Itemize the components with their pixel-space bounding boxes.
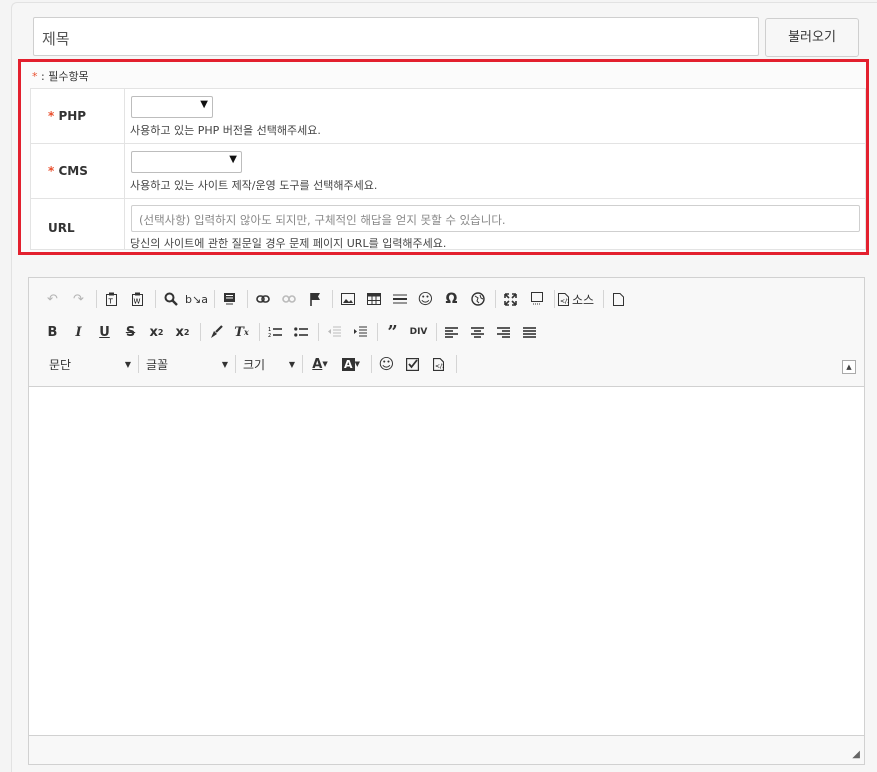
underline-icon[interactable]: U	[93, 321, 116, 343]
indent-icon[interactable]	[348, 321, 371, 343]
size-combo[interactable]: 크기 ▼	[239, 356, 299, 373]
select-all-icon[interactable]	[218, 288, 241, 310]
php-row: * PHP ▼ 사용하고 있는 PHP 버전을 선택해주세요.	[31, 89, 865, 144]
url-label: URL	[31, 199, 125, 249]
align-center-icon[interactable]	[466, 321, 489, 343]
smiley-icon[interactable]: ☺	[414, 288, 437, 310]
collapse-toolbar-icon[interactable]: ▲	[842, 360, 856, 374]
strikethrough-icon[interactable]: S	[119, 321, 142, 343]
format-combo-label: 문단	[49, 357, 72, 372]
url-label-text: URL	[48, 221, 75, 235]
editor-toolbar: ↶ ↷ T W b↘a ☺ Ω </>	[29, 278, 864, 387]
text-color-icon[interactable]: A ▼	[306, 353, 334, 375]
php-star: *	[48, 109, 55, 123]
outdent-icon[interactable]	[322, 321, 345, 343]
align-justify-icon[interactable]	[518, 321, 541, 343]
required-note-text: : 필수항목	[37, 70, 89, 83]
iframe-globe-icon[interactable]	[466, 288, 489, 310]
cms-star: *	[48, 164, 55, 178]
unlink-icon[interactable]	[277, 288, 300, 310]
source-label: 소스	[572, 292, 595, 307]
font-combo-label: 글꼴	[146, 357, 169, 372]
align-right-icon[interactable]	[492, 321, 515, 343]
source-icon: </>	[558, 292, 569, 306]
undo-icon[interactable]: ↶	[41, 288, 64, 310]
svg-text:W: W	[134, 298, 141, 306]
remove-format-icon[interactable]: Tx	[230, 321, 253, 343]
dropdown-arrow-icon: ▼	[200, 99, 208, 110]
cms-row: * CMS ▼ 사용하고 있는 사이트 제작/운영 도구를 선택해주세요.	[31, 144, 865, 199]
anchor-flag-icon[interactable]	[303, 288, 326, 310]
font-combo[interactable]: 글꼴 ▼	[142, 356, 232, 373]
required-fields-section: * : 필수항목 * PHP ▼ 사용하고 있는 PHP 버전을 선택해주세요.…	[18, 59, 869, 255]
background-color-icon[interactable]: A ▼	[337, 353, 365, 375]
maximize-icon[interactable]	[499, 288, 522, 310]
italic-icon[interactable]: I	[67, 321, 90, 343]
show-blocks-icon[interactable]	[525, 288, 548, 310]
cms-label: * CMS	[31, 144, 125, 198]
subscript-icon[interactable]: x2	[145, 321, 168, 343]
new-page-icon[interactable]	[607, 288, 630, 310]
checkbox-icon[interactable]	[401, 353, 424, 375]
superscript-icon[interactable]: x2	[171, 321, 194, 343]
php-label-text: PHP	[58, 109, 87, 123]
caret-down-icon: ▼	[124, 359, 131, 369]
blockquote-icon[interactable]: ”	[381, 321, 404, 343]
bold-icon[interactable]: B	[41, 321, 64, 343]
numbered-list-icon[interactable]: 12	[263, 321, 286, 343]
resize-handle-icon[interactable]: ◢	[852, 749, 860, 760]
url-input[interactable]: (선택사항) 입력하지 않아도 되지만, 구체적인 해답을 얻지 못할 수 있습…	[131, 205, 860, 232]
rich-text-editor: ↶ ↷ T W b↘a ☺ Ω </>	[28, 277, 865, 765]
toolbar-row-3: 문단 ▼ 글꼴 ▼ 크기 ▼ A▼ A▼ ☺ </>	[45, 351, 460, 377]
title-input[interactable]: 제목	[33, 17, 759, 56]
url-help: 당신의 사이트에 관한 질문일 경우 문제 페이지 URL를 입력해주세요.	[130, 237, 447, 250]
php-help: 사용하고 있는 PHP 버전을 선택해주세요.	[130, 124, 321, 137]
link-icon[interactable]	[251, 288, 274, 310]
paste-word-icon[interactable]: W	[126, 288, 149, 310]
load-button[interactable]: 불러오기	[765, 18, 859, 57]
toolbar-row-1: ↶ ↷ T W b↘a ☺ Ω </>	[41, 286, 633, 312]
editor-status-bar: ◢	[29, 735, 864, 764]
replace-icon[interactable]: b↘a	[185, 288, 208, 310]
align-left-icon[interactable]	[440, 321, 463, 343]
dropdown-arrow-icon: ▼	[229, 154, 237, 165]
cms-select[interactable]: ▼	[131, 151, 242, 173]
caret-down-icon: ▼	[221, 359, 228, 369]
caret-down-icon: ▼	[288, 359, 295, 369]
table-icon[interactable]	[362, 288, 385, 310]
form-table: * PHP ▼ 사용하고 있는 PHP 버전을 선택해주세요. * CMS ▼ …	[30, 88, 866, 250]
code-file-icon[interactable]: </>	[427, 353, 450, 375]
format-combo[interactable]: 문단 ▼	[45, 356, 135, 373]
paste-text-icon[interactable]: T	[100, 288, 123, 310]
svg-text:T: T	[108, 298, 114, 306]
redo-icon[interactable]: ↷	[67, 288, 90, 310]
image-icon[interactable]	[336, 288, 359, 310]
svg-text:</>: </>	[560, 298, 569, 305]
source-button[interactable]: </> 소스	[558, 291, 594, 308]
cms-help: 사용하고 있는 사이트 제작/운영 도구를 선택해주세요.	[130, 179, 378, 192]
find-icon[interactable]	[159, 288, 182, 310]
cms-label-text: CMS	[58, 164, 88, 178]
size-combo-label: 크기	[243, 357, 266, 372]
bullet-list-icon[interactable]	[289, 321, 312, 343]
php-select[interactable]: ▼	[131, 96, 213, 118]
horizontal-line-icon[interactable]	[388, 288, 411, 310]
toolbar-row-2: B I U S x2 x2 Tx 12 ” DIV	[41, 319, 544, 345]
svg-text:</>: </>	[435, 363, 444, 370]
emoji-icon[interactable]: ☺	[375, 353, 398, 375]
svg-text:2: 2	[268, 333, 271, 338]
required-note: * : 필수항목	[32, 68, 89, 84]
div-container-icon[interactable]: DIV	[407, 321, 430, 343]
copy-format-brush-icon[interactable]	[204, 321, 227, 343]
special-char-icon[interactable]: Ω	[440, 288, 463, 310]
url-row: URL (선택사항) 입력하지 않아도 되지만, 구체적인 해답을 얻지 못할 …	[31, 199, 865, 250]
php-label: * PHP	[31, 89, 125, 143]
